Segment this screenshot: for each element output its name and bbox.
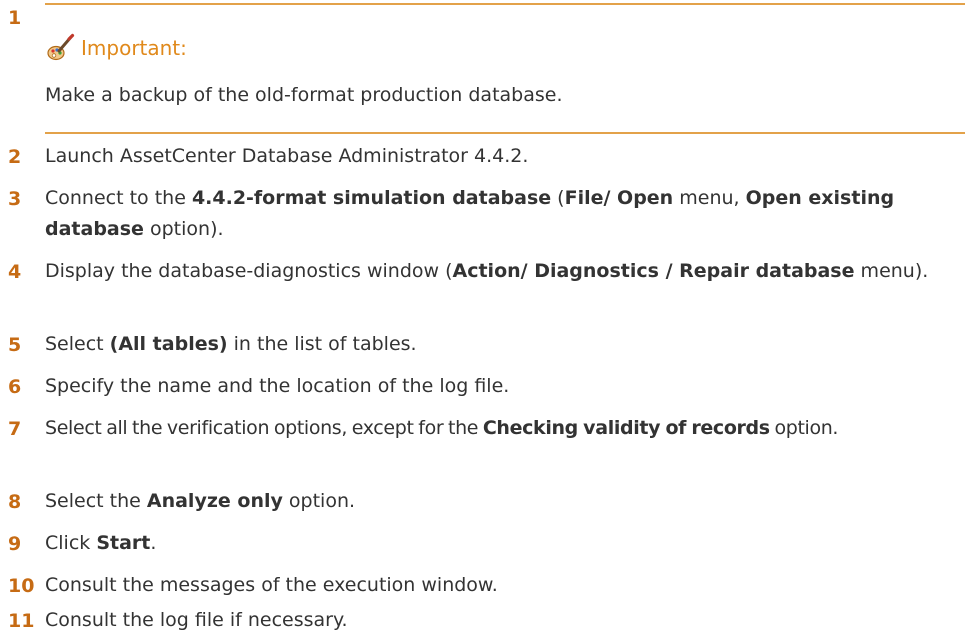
- step-number-6: 6: [8, 376, 22, 398]
- step-3-menu-name: File/ Open: [564, 187, 674, 209]
- paintbrush-note-icon: [45, 33, 75, 63]
- step-text-2: Launch AssetCenter Database Administrato…: [45, 145, 529, 167]
- step-text-10: Consult the messages of the execution wi…: [45, 574, 498, 596]
- step-number-9: 9: [8, 533, 22, 555]
- step-text-11: Consult the log file if necessary.: [45, 609, 348, 631]
- step-3-database-name: 4.4.2-format simulation database: [191, 187, 552, 209]
- step-number-7: 7: [8, 418, 22, 440]
- step-text-6: Specify the name and the location of the…: [45, 375, 510, 397]
- important-note-body: Make a backup of the old-format producti…: [45, 84, 563, 106]
- note-top-rule: [45, 3, 965, 5]
- step-number-8: 8: [8, 491, 22, 513]
- step-3-text-part: (: [551, 187, 565, 209]
- step-number-4: 4: [8, 261, 22, 283]
- step-3-text-part: option).: [143, 218, 224, 240]
- step-text-8: Select the Analyze only option.: [45, 486, 965, 517]
- step-7-option-name: Checking validity of records: [482, 417, 770, 439]
- step-8-text-part: Select the: [45, 490, 147, 512]
- important-note-header: Important:: [45, 30, 187, 66]
- important-label: Important:: [81, 36, 187, 60]
- step-9-text-part: .: [150, 532, 157, 554]
- step-9-button-name: Start: [96, 532, 151, 554]
- step-5-text-part: in the list of tables.: [227, 333, 417, 355]
- step-3-text-part: menu,: [673, 187, 746, 209]
- step-number-11: 11: [8, 610, 35, 632]
- step-number-2: 2: [8, 146, 22, 168]
- step-4-menu-name: Action/ Diagnostics / Repair database: [452, 260, 855, 282]
- step-text-3: Connect to the 4.4.2-format simulation d…: [45, 183, 965, 245]
- note-bottom-rule: [45, 132, 965, 134]
- step-number-3: 3: [8, 188, 22, 210]
- step-text-7: Select all the verification options, exc…: [45, 413, 965, 444]
- step-8-text-part: option.: [282, 490, 356, 512]
- step-number-1: 1: [8, 7, 22, 29]
- step-7-text-part: Select all the verification options, exc…: [45, 417, 483, 439]
- step-4-text-part: Display the database-diagnostics window …: [45, 260, 453, 282]
- step-number-10: 10: [8, 575, 35, 597]
- step-text-4: Display the database-diagnostics window …: [45, 256, 965, 287]
- step-4-text-part: menu).: [854, 260, 929, 282]
- step-text-9: Click Start.: [45, 528, 965, 559]
- step-5-text-part: Select: [45, 333, 110, 355]
- step-5-table-choice: (All tables): [109, 333, 228, 355]
- step-8-option-name: Analyze only: [146, 490, 283, 512]
- step-number-5: 5: [8, 334, 22, 356]
- step-text-5: Select (All tables) in the list of table…: [45, 329, 965, 360]
- step-3-text-part: Connect to the: [45, 187, 192, 209]
- step-9-text-part: Click: [45, 532, 97, 554]
- step-7-text-part: option.: [769, 417, 839, 439]
